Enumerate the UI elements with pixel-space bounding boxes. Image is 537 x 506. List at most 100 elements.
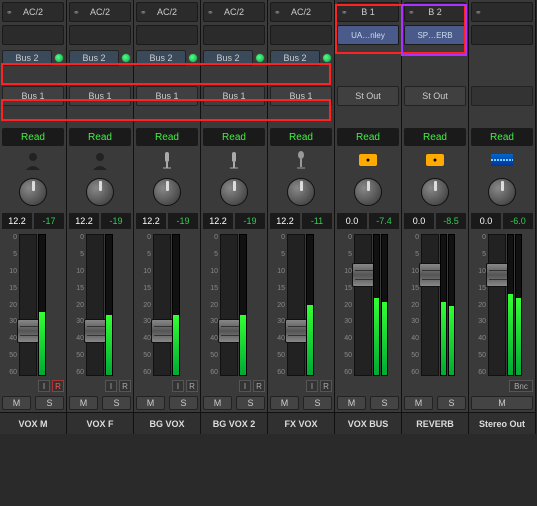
fader-track[interactable] (153, 234, 171, 376)
fader-track[interactable] (220, 234, 238, 376)
channel-name[interactable]: FX VOX (268, 412, 334, 434)
send-level-knob[interactable] (121, 53, 131, 63)
insert-slot[interactable]: ⚭AC/2 (136, 2, 198, 22)
automation-mode[interactable]: Read (203, 128, 265, 146)
input-monitor-button[interactable]: I (105, 380, 117, 392)
pan-knob[interactable] (86, 178, 114, 206)
output-selector[interactable]: Bus 1 (2, 86, 64, 106)
fader-track[interactable] (488, 234, 506, 376)
send-bus2[interactable]: Bus 2 (69, 50, 119, 66)
automation-mode[interactable]: Read (404, 128, 466, 146)
plugin-slot-empty[interactable] (136, 25, 198, 45)
solo-button[interactable]: S (102, 396, 131, 410)
insert-slot[interactable]: ⚭ (471, 2, 533, 22)
channel-icon[interactable] (424, 149, 446, 171)
solo-button[interactable]: S (437, 396, 466, 410)
send-bus2[interactable]: Bus 2 (2, 50, 52, 66)
output-selector[interactable] (471, 86, 533, 106)
channel-icon[interactable] (22, 149, 44, 171)
mute-button[interactable]: M (203, 396, 232, 410)
solo-button[interactable]: S (303, 396, 332, 410)
insert-slot[interactable]: ⚭B 2 (404, 2, 466, 22)
record-enable-button[interactable]: R (52, 380, 64, 392)
automation-mode[interactable]: Read (471, 128, 533, 146)
channel-icon[interactable] (357, 149, 379, 171)
channel-icon[interactable] (223, 149, 245, 171)
output-selector[interactable]: Bus 1 (69, 86, 131, 106)
mute-button[interactable]: M (404, 396, 433, 410)
record-enable-button[interactable]: R (186, 380, 198, 392)
solo-button[interactable]: S (236, 396, 265, 410)
insert-slot[interactable]: ⚭AC/2 (270, 2, 332, 22)
input-monitor-button[interactable]: I (38, 380, 50, 392)
input-monitor-button[interactable]: I (306, 380, 318, 392)
insert-slot[interactable]: ⚭AC/2 (69, 2, 131, 22)
record-enable-button[interactable]: R (253, 380, 265, 392)
input-monitor-button[interactable]: I (239, 380, 251, 392)
channel-icon[interactable] (156, 149, 178, 171)
pan-knob[interactable] (220, 178, 248, 206)
channel-name[interactable]: BG VOX 2 (201, 412, 267, 434)
insert-slot[interactable]: ⚭AC/2 (2, 2, 64, 22)
mute-button[interactable]: M (69, 396, 98, 410)
record-enable-button[interactable]: R (320, 380, 332, 392)
plugin-slot-empty[interactable] (471, 25, 533, 45)
mute-button[interactable]: M (337, 396, 366, 410)
insert-slot[interactable]: ⚭AC/2 (203, 2, 265, 22)
send-level-knob[interactable] (255, 53, 265, 63)
solo-button[interactable]: S (169, 396, 198, 410)
send-bus2[interactable]: Bus 2 (136, 50, 186, 66)
channel-name[interactable]: VOX M (0, 412, 66, 434)
automation-mode[interactable]: Read (270, 128, 332, 146)
pan-knob[interactable] (153, 178, 181, 206)
plugin-slot-empty[interactable] (203, 25, 265, 45)
channel-name[interactable]: BG VOX (134, 412, 200, 434)
mute-button[interactable]: M (471, 396, 533, 410)
automation-mode[interactable]: Read (2, 128, 64, 146)
send-bus2[interactable]: Bus 2 (270, 50, 320, 66)
plugin-slot[interactable]: UA…nley (337, 25, 399, 45)
automation-mode[interactable]: Read (69, 128, 131, 146)
fader-track[interactable] (86, 234, 104, 376)
pan-knob[interactable] (19, 178, 47, 206)
plugin-slot[interactable]: SP…ERB (404, 25, 466, 45)
fader-track[interactable] (354, 234, 372, 376)
mute-button[interactable]: M (2, 396, 31, 410)
bounce-button[interactable]: Bnc (509, 380, 533, 392)
solo-button[interactable]: S (370, 396, 399, 410)
insert-slot[interactable]: ⚭B 1 (337, 2, 399, 22)
channel-icon[interactable] (89, 149, 111, 171)
send-level-knob[interactable] (188, 53, 198, 63)
channel-name[interactable]: REVERB (402, 412, 468, 434)
mute-button[interactable]: M (136, 396, 165, 410)
automation-mode[interactable]: Read (136, 128, 198, 146)
automation-mode[interactable]: Read (337, 128, 399, 146)
fader-track[interactable] (421, 234, 439, 376)
output-selector[interactable]: Bus 1 (203, 86, 265, 106)
channel-name[interactable]: Stereo Out (469, 412, 535, 434)
fader-track[interactable] (287, 234, 305, 376)
send-level-knob[interactable] (54, 53, 64, 63)
send-level-knob[interactable] (322, 53, 332, 63)
solo-button[interactable]: S (35, 396, 64, 410)
output-selector[interactable]: Bus 1 (270, 86, 332, 106)
channel-name[interactable]: VOX BUS (335, 412, 401, 434)
mute-button[interactable]: M (270, 396, 299, 410)
record-enable-button[interactable]: R (119, 380, 131, 392)
fader-track[interactable] (19, 234, 37, 376)
output-selector[interactable]: Bus 1 (136, 86, 198, 106)
pan-knob[interactable] (354, 178, 382, 206)
output-selector[interactable]: St Out (337, 86, 399, 106)
pan-knob[interactable] (287, 178, 315, 206)
channel-icon[interactable] (491, 149, 513, 171)
send-bus2[interactable]: Bus 2 (203, 50, 253, 66)
pan-knob[interactable] (421, 178, 449, 206)
plugin-slot-empty[interactable] (69, 25, 131, 45)
channel-name[interactable]: VOX F (67, 412, 133, 434)
plugin-slot-empty[interactable] (270, 25, 332, 45)
plugin-slot-empty[interactable] (2, 25, 64, 45)
output-selector[interactable]: St Out (404, 86, 466, 106)
input-monitor-button[interactable]: I (172, 380, 184, 392)
channel-icon[interactable] (290, 149, 312, 171)
pan-knob[interactable] (488, 178, 516, 206)
